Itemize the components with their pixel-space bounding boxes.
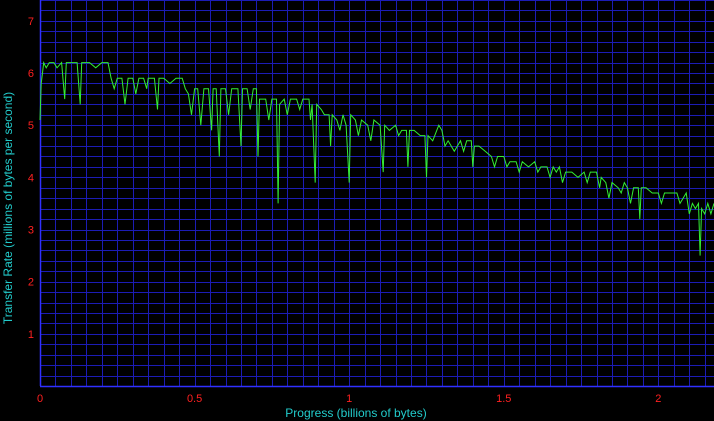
y-tick-label: 2 [28, 277, 34, 289]
x-tick-label: 1 [346, 393, 352, 405]
y-tick-label: 1 [28, 329, 34, 341]
y-tick-label: 3 [28, 225, 34, 237]
y-axis-title: Transfer Rate (millions of bytes per sec… [1, 92, 15, 324]
x-tick-label: 0.5 [187, 393, 202, 405]
y-tick-label: 7 [28, 16, 34, 28]
y-tick-label: 4 [28, 172, 34, 184]
y-tick-label: 5 [28, 120, 34, 132]
chart-svg: 0 0.5 1 1.5 2 1 2 3 4 5 6 7 Progress (billions of b… [0, 0, 714, 421]
y-tick-label: 6 [28, 68, 34, 80]
transfer-rate-chart: 0 0.5 1 1.5 2 1 2 3 4 5 6 7 Progress (billions of b… [0, 0, 714, 421]
x-tick-label: 0 [37, 393, 43, 405]
x-tick-label: 1.5 [496, 393, 511, 405]
x-axis-title: Progress (billions of bytes) [285, 406, 426, 420]
x-tick-label: 2 [655, 393, 661, 405]
